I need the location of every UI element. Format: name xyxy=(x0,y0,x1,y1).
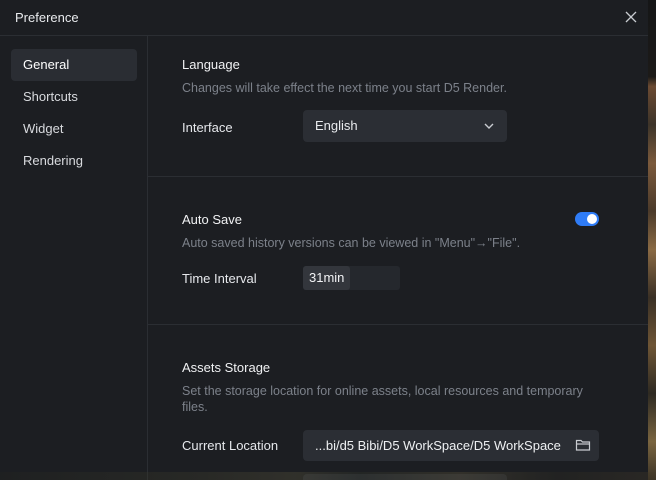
close-icon[interactable] xyxy=(620,6,642,28)
time-interval-label: Time Interval xyxy=(182,271,257,286)
current-location-value: ...bi/d5 Bibi/D5 WorkSpace/D5 WorkSpace xyxy=(315,438,561,453)
time-interval-value: 31min xyxy=(303,266,351,290)
folder-icon[interactable] xyxy=(575,438,591,452)
sidebar: General Shortcuts Widget Rendering xyxy=(0,36,148,480)
auto-save-title: Auto Save xyxy=(182,212,242,227)
background-viewport-strip xyxy=(648,0,656,480)
assets-storage-description-line2: files. xyxy=(182,400,208,414)
sidebar-item-rendering[interactable]: Rendering xyxy=(11,145,137,177)
settings-content: Language Changes will take effect the ne… xyxy=(148,36,648,480)
sidebar-item-widget[interactable]: Widget xyxy=(11,113,137,145)
language-title: Language xyxy=(182,57,240,72)
chevron-down-icon xyxy=(484,123,494,129)
title-bar: Preference xyxy=(0,0,648,36)
section-divider xyxy=(148,324,648,325)
interface-label: Interface xyxy=(182,120,233,135)
interface-language-select[interactable]: English xyxy=(303,110,507,142)
assets-storage-description-line1: Set the storage location for online asse… xyxy=(182,384,583,398)
auto-save-description: Auto saved history versions can be viewe… xyxy=(182,236,521,250)
time-interval-input[interactable]: 31min xyxy=(303,266,400,290)
dialog-title: Preference xyxy=(15,10,79,25)
assets-storage-title: Assets Storage xyxy=(182,360,271,375)
language-description: Changes will take effect the next time y… xyxy=(182,81,507,95)
sidebar-item-shortcuts[interactable]: Shortcuts xyxy=(11,81,137,113)
current-location-field[interactable]: ...bi/d5 Bibi/D5 WorkSpace/D5 WorkSpace xyxy=(303,430,599,461)
interface-language-value: English xyxy=(315,118,358,133)
background-viewport-bottom xyxy=(0,472,656,480)
sidebar-item-general[interactable]: General xyxy=(11,49,137,81)
current-location-label: Current Location xyxy=(182,438,279,453)
section-divider xyxy=(148,176,648,177)
toggle-knob xyxy=(587,214,597,224)
preference-dialog: Preference General Shortcuts Widget Rend… xyxy=(0,0,648,480)
auto-save-toggle[interactable] xyxy=(575,212,599,226)
